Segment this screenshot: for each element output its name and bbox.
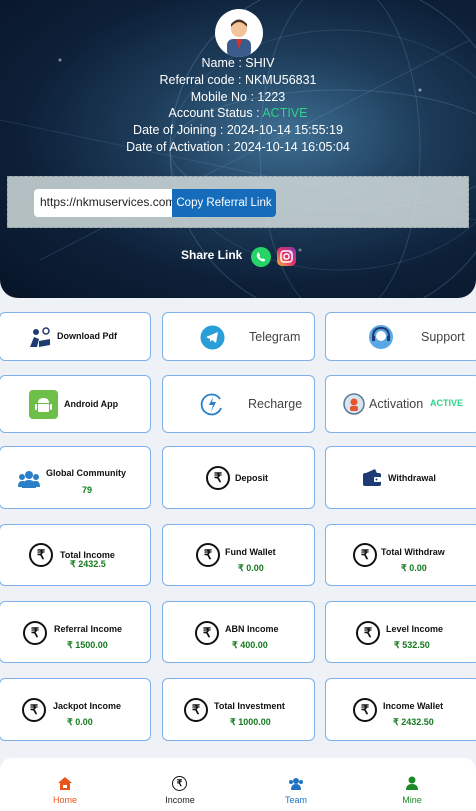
rupee-icon: ₹ <box>22 698 46 722</box>
stat-card-level-income[interactable]: ₹ Level Income ₹ 532.50 <box>325 601 476 663</box>
support-button[interactable]: Support <box>325 312 476 361</box>
activation-icon <box>343 393 365 415</box>
rupee-icon: ₹ <box>195 621 219 645</box>
nav-home[interactable]: Home <box>25 758 105 811</box>
global-community-count: 79 <box>82 485 93 495</box>
android-app-label: Android App <box>64 399 119 409</box>
account-status-label: Account Status : <box>168 106 263 120</box>
rupee-icon: ₹ <box>23 621 47 645</box>
recharge-button[interactable]: Recharge <box>162 375 315 433</box>
profile-header: Name : SHIV Referral code : NKMU56831 Mo… <box>0 0 476 298</box>
wallet-icon <box>363 469 381 486</box>
referral-code: Referral code : NKMU56831 <box>159 73 317 87</box>
stat-label: ABN Income <box>225 624 279 634</box>
download-pdf-label: Download Pdf <box>57 331 117 341</box>
stat-value: ₹ 400.00 <box>232 640 268 650</box>
rupee-icon: ₹ <box>206 466 230 490</box>
download-pdf-button[interactable]: Download Pdf <box>0 312 151 361</box>
stat-value: ₹ 2432.50 <box>393 717 434 727</box>
whatsapp-icon[interactable] <box>251 247 271 267</box>
rupee-icon: ₹ <box>353 698 377 722</box>
stat-label: Income Wallet <box>383 701 444 711</box>
rupee-icon: ₹ <box>356 621 380 645</box>
nav-income[interactable]: ₹ Income <box>140 758 220 811</box>
deposit-label: Deposit <box>235 473 269 483</box>
stat-value: ₹ 2432.5 <box>70 559 106 569</box>
stat-label: Level Income <box>386 624 444 634</box>
stat-value: ₹ 0.00 <box>401 563 427 573</box>
stat-card-abn-income[interactable]: ₹ ABN Income ₹ 400.00 <box>162 601 315 663</box>
nav-mine[interactable]: Mine <box>372 758 452 811</box>
activation-date: Date of Activation : 2024-10-14 16:05:04 <box>126 140 350 154</box>
rupee-icon: ₹ <box>172 776 187 791</box>
recharge-label: Recharge <box>248 397 303 411</box>
home-icon <box>58 777 72 790</box>
stat-card-jackpot-income[interactable]: ₹ Jackpot Income ₹ 0.00 <box>0 678 151 741</box>
global-community-button[interactable]: Global Community 79 <box>0 446 151 509</box>
stat-card-referral-income[interactable]: ₹ Referral Income ₹ 1500.00 <box>0 601 151 663</box>
profile-name: Name : SHIV <box>201 56 275 70</box>
telegram-icon <box>200 325 225 350</box>
activation-button[interactable]: Activation ACTIVE <box>325 375 476 433</box>
stat-label: Referral Income <box>54 624 123 634</box>
activation-status-badge: ACTIVE <box>430 398 464 408</box>
global-community-label: Global Community <box>46 468 127 478</box>
joining-date: Date of Joining : 2024-10-14 15:55:19 <box>133 123 343 137</box>
nav-team-label: Team <box>284 795 307 805</box>
rupee-icon: ₹ <box>184 698 208 722</box>
withdrawal-label: Withdrawal <box>388 473 436 483</box>
mobile-number: Mobile No : 1223 <box>190 90 286 104</box>
stat-value: ₹ 1500.00 <box>67 640 108 650</box>
stat-label: Jackpot Income <box>53 701 122 711</box>
nav-mine-label: Mine <box>402 795 422 805</box>
support-label: Support <box>421 330 465 344</box>
stat-value: ₹ 0.00 <box>67 717 93 727</box>
nav-home-label: Home <box>52 795 77 805</box>
rupee-icon: ₹ <box>196 543 220 567</box>
rupee-icon: ₹ <box>29 543 53 567</box>
reading-person-icon <box>30 327 50 347</box>
avatar <box>215 9 263 57</box>
recharge-icon <box>200 393 222 416</box>
support-headset-icon <box>369 325 393 349</box>
user-icon <box>406 776 418 790</box>
instagram-icon[interactable] <box>277 247 296 266</box>
stat-value: ₹ 532.50 <box>394 640 430 650</box>
team-icon <box>289 778 303 790</box>
rupee-icon: ₹ <box>353 543 377 567</box>
stat-card-total-investment[interactable]: ₹ Total Investment ₹ 1000.00 <box>162 678 315 741</box>
withdrawal-button[interactable]: Withdrawal <box>325 446 476 509</box>
stat-label: Total Investment <box>214 701 285 711</box>
stat-card-fund-wallet[interactable]: ₹ Fund Wallet ₹ 0.00 <box>162 524 315 586</box>
android-icon <box>29 390 58 419</box>
android-app-button[interactable]: Android App <box>0 375 151 433</box>
activation-label: Activation <box>369 397 424 411</box>
telegram-button[interactable]: Telegram <box>162 312 315 361</box>
account-status-value: ACTIVE <box>262 106 308 120</box>
community-group-icon <box>18 471 40 488</box>
referral-link-box: https://nkmuservices.com Copy Referral L… <box>7 176 469 228</box>
deposit-button[interactable]: ₹ Deposit <box>162 446 315 509</box>
stat-card-total-income[interactable]: ₹ Total Income ₹ 2432.5 <box>0 524 151 586</box>
stat-value: ₹ 1000.00 <box>230 717 271 727</box>
telegram-label: Telegram <box>249 330 301 344</box>
nav-team[interactable]: Team <box>256 758 336 811</box>
bottom-navigation: Home ₹ Income Team Mine <box>0 758 476 811</box>
referral-link-input[interactable]: https://nkmuservices.com <box>34 189 174 217</box>
stat-label: Fund Wallet <box>225 547 276 557</box>
stat-card-total-withdraw[interactable]: ₹ Total Withdraw ₹ 0.00 <box>325 524 476 586</box>
stat-card-income-wallet[interactable]: ₹ Income Wallet ₹ 2432.50 <box>325 678 476 741</box>
share-link-label: Share Link <box>181 248 243 262</box>
stat-label: Total Withdraw <box>381 547 445 557</box>
stat-value: ₹ 0.00 <box>238 563 264 573</box>
nav-income-label: Income <box>165 795 195 805</box>
account-status: Account Status : ACTIVE <box>0 105 476 121</box>
copy-referral-link-button[interactable]: Copy Referral Link <box>172 189 276 217</box>
